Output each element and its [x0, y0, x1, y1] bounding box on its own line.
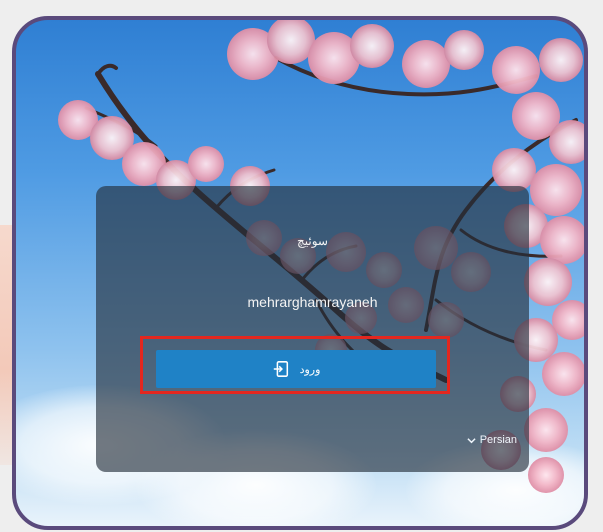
language-selector[interactable]: Persian: [467, 434, 517, 446]
username-label: mehrarghamrayaneh: [247, 294, 378, 310]
language-label: Persian: [479, 434, 517, 446]
sign-in-icon: [273, 361, 288, 377]
chevron-down-icon: [467, 437, 476, 443]
login-button-label: ورود: [299, 363, 321, 376]
page: سوئیچ mehrarghamrayaneh Persian ورود: [0, 0, 603, 532]
login-button[interactable]: ورود: [156, 350, 436, 388]
login-panel: سوئیچ mehrarghamrayaneh Persian: [96, 186, 529, 472]
user-display-name: سوئیچ: [297, 234, 328, 248]
device-screen-frame: سوئیچ mehrarghamrayaneh Persian: [12, 16, 588, 530]
